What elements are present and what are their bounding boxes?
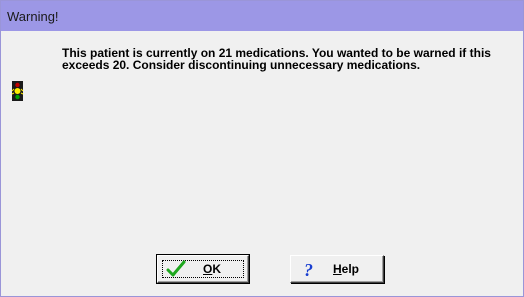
dialog-title: Warning! (7, 9, 59, 24)
question-mark-icon: ? (304, 260, 313, 278)
title-bar[interactable]: Warning! (1, 1, 523, 31)
checkmark-icon (166, 260, 186, 277)
ok-button-label: OK (203, 262, 222, 276)
warning-message: This patient is currently on 21 medicati… (62, 46, 491, 72)
warning-dialog: Warning! This patient is currently on 21… (0, 0, 524, 297)
traffic-light-warning-icon (11, 81, 24, 101)
help-button-label: Help (333, 262, 360, 276)
ok-button[interactable]: OK (156, 254, 250, 284)
help-button[interactable]: ? Help (290, 255, 384, 283)
svg-text:?: ? (304, 260, 313, 278)
